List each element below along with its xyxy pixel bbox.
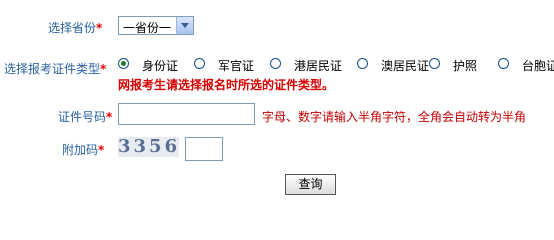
captcha-label: 附加码*	[62, 141, 104, 158]
radio-label: 澳居民证	[381, 59, 430, 73]
radio-button[interactable]	[498, 58, 509, 69]
province-label: 选择省份*	[48, 19, 102, 36]
required-mark: *	[100, 62, 107, 76]
required-mark: *	[98, 143, 105, 157]
province-label-text: 选择省份	[48, 21, 97, 35]
province-selected-value: 一省份一	[123, 21, 172, 35]
required-mark: *	[106, 110, 113, 124]
cert-number-hint: 字母、数字请输入半角字符，全角会自动转为半角	[262, 110, 527, 124]
radio-label: 港居民证	[294, 59, 343, 73]
radio-button[interactable]	[429, 58, 440, 69]
radio-label: 身份证	[142, 59, 179, 73]
query-button[interactable]: 查询	[285, 174, 336, 195]
chevron-down-icon[interactable]	[176, 17, 193, 34]
radio-button[interactable]	[118, 58, 129, 69]
cert-type-warning: 网报考生请选择报名时所选的证件类型。	[118, 78, 335, 92]
cert-type-label-text: 选择报考证件类型	[4, 62, 101, 76]
province-select[interactable]: 一省份一	[118, 16, 194, 35]
captcha-label-text: 附加码	[62, 143, 99, 157]
cert-number-input[interactable]	[118, 103, 255, 125]
captcha-input[interactable]	[185, 137, 223, 161]
cert-number-label: 证件号码*	[58, 108, 112, 125]
radio-button[interactable]	[270, 58, 281, 69]
radio-button[interactable]	[357, 58, 368, 69]
radio-label: 护照	[453, 59, 478, 73]
cert-type-label: 选择报考证件类型*	[4, 60, 106, 77]
radio-label: 军官证	[218, 59, 255, 73]
required-mark: *	[96, 21, 103, 35]
radio-label: 台胞证	[522, 59, 554, 73]
captcha-image: 3356	[118, 136, 181, 157]
cert-number-label-text: 证件号码	[58, 110, 107, 124]
radio-button[interactable]	[194, 58, 205, 69]
